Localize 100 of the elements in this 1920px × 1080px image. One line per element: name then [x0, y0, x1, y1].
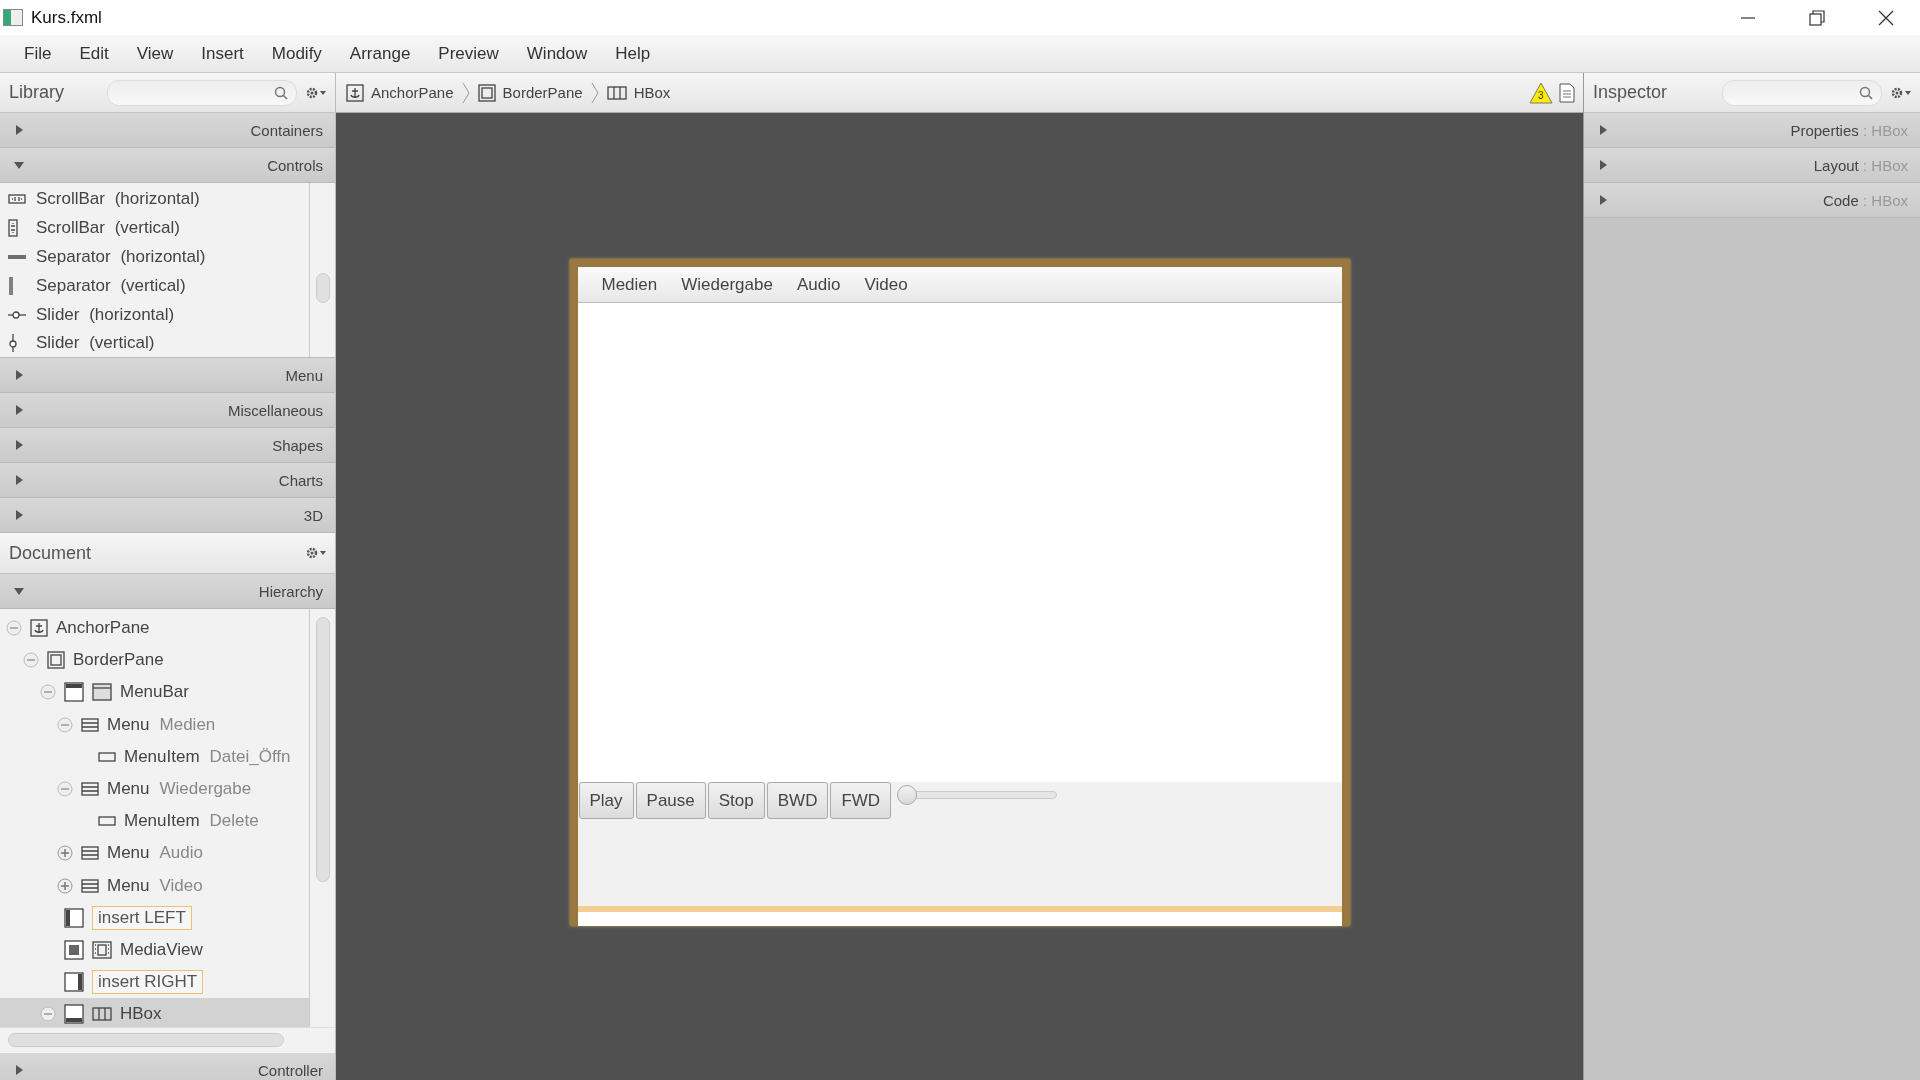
- tree-row[interactable]: insert RIGHT: [0, 966, 309, 999]
- document-icon: [1559, 82, 1575, 103]
- node-type[interactable]: MenuItem: [124, 811, 200, 832]
- settings-menu-button[interactable]: [1890, 85, 1912, 100]
- panel-title: Document: [9, 542, 92, 564]
- section-header[interactable]: Controller: [0, 1053, 335, 1080]
- media-button[interactable]: FWD: [830, 782, 892, 819]
- tree-row[interactable]: Menu Audio: [0, 837, 309, 870]
- menu-item[interactable]: Arrange: [335, 35, 425, 72]
- tree-row[interactable]: AnchorPane: [0, 612, 309, 645]
- close-icon: [1877, 9, 1894, 26]
- collapse-arrow-icon: [14, 160, 24, 170]
- media-button[interactable]: Stop: [707, 782, 765, 819]
- search-field[interactable]: [107, 79, 297, 106]
- breadcrumb[interactable]: AnchorPane: [344, 83, 456, 102]
- menu-item[interactable]: Window: [512, 35, 602, 72]
- settings-menu-button[interactable]: [305, 546, 327, 560]
- search-icon: [274, 85, 288, 100]
- menu-item[interactable]: Modify: [257, 35, 336, 72]
- expand-arrow-icon: [14, 510, 24, 520]
- panel-title: Inspector: [1593, 82, 1668, 103]
- library-item[interactable]: Slider (horizontal): [0, 300, 309, 329]
- expand-arrow-icon: [1598, 125, 1608, 135]
- section-header[interactable]: Code : HBox: [1584, 183, 1920, 218]
- collapse-node-icon[interactable]: [40, 1006, 56, 1023]
- tree-row[interactable]: Menu Wiedergabe: [0, 772, 309, 806]
- slider-thumb[interactable]: [897, 785, 918, 805]
- menu-item[interactable]: Audio: [784, 274, 853, 295]
- library-item[interactable]: Separator (vertical): [0, 271, 309, 301]
- expand-node-icon[interactable]: [57, 877, 73, 894]
- library-item[interactable]: Slider (vertical): [0, 329, 309, 358]
- menu-item[interactable]: File: [10, 35, 66, 72]
- collapse-node-icon[interactable]: [57, 781, 73, 798]
- menu-item[interactable]: Medien: [589, 274, 670, 295]
- search-field[interactable]: [1722, 79, 1882, 106]
- slider[interactable]: [897, 785, 1058, 805]
- scrollbar-thumb[interactable]: [8, 1033, 284, 1047]
- media-button[interactable]: BWD: [766, 782, 829, 819]
- settings-icon: [305, 546, 327, 560]
- section-header[interactable]: Shapes: [0, 428, 335, 463]
- warning-button[interactable]: 3: [1529, 81, 1553, 104]
- breadcrumb[interactable]: HBox: [604, 84, 673, 101]
- scrollbar-thumb[interactable]: [316, 617, 330, 882]
- menu-item[interactable]: Wiedergabe: [669, 274, 785, 295]
- scrollbar-thumb[interactable]: [316, 273, 330, 303]
- node-type[interactable]: MediaView: [120, 939, 203, 960]
- tree-row[interactable]: insert LEFT: [0, 901, 309, 934]
- expand-arrow-icon: [14, 475, 24, 485]
- tree-row[interactable]: MenuItem Datei_Öffn: [0, 740, 309, 773]
- collapse-node-icon[interactable]: [57, 716, 73, 733]
- node-type[interactable]: BorderPane: [73, 650, 164, 671]
- section-header[interactable]: Layout : HBox: [1584, 148, 1920, 183]
- section-header[interactable]: Containers: [0, 113, 335, 148]
- expand-node-icon[interactable]: [57, 845, 73, 862]
- section-header[interactable]: Charts: [0, 463, 335, 498]
- section-header[interactable]: Hierarchy: [0, 574, 335, 609]
- expand-arrow-icon: [14, 125, 24, 135]
- menu-bar-icon: [92, 683, 112, 702]
- library-item[interactable]: Separator (horizontal): [0, 242, 309, 272]
- tree-row[interactable]: Menu Medien: [0, 708, 309, 741]
- node-type[interactable]: AnchorPane: [56, 618, 150, 639]
- tree-row[interactable]: MenuItem Delete: [0, 805, 309, 838]
- layout-slot-icon: [64, 682, 84, 703]
- collapse-node-icon[interactable]: [23, 652, 39, 669]
- menu-item[interactable]: Preview: [424, 35, 513, 72]
- collapse-node-icon[interactable]: [6, 620, 22, 637]
- node-type[interactable]: Menu: [107, 875, 150, 896]
- tree-row[interactable]: HBox: [0, 998, 309, 1027]
- collapse-node-icon[interactable]: [40, 684, 56, 701]
- menu-item[interactable]: Insert: [187, 35, 258, 72]
- section-header[interactable]: 3D: [0, 498, 335, 533]
- menu-item[interactable]: Help: [601, 35, 665, 72]
- media-button[interactable]: Pause: [635, 782, 706, 819]
- node-type[interactable]: MenuBar: [120, 682, 189, 703]
- tree-row[interactable]: MediaView: [0, 933, 309, 967]
- library-item[interactable]: ScrollBar (horizontal): [0, 185, 309, 214]
- columns-icon: [92, 1007, 112, 1022]
- node-type[interactable]: Menu: [107, 843, 150, 864]
- section-header[interactable]: Miscellaneous: [0, 393, 335, 428]
- library-item[interactable]: ScrollBar (vertical): [0, 213, 309, 243]
- menu-item[interactable]: Edit: [65, 35, 123, 72]
- section-header[interactable]: Controls: [0, 148, 335, 183]
- menu-item[interactable]: Video: [852, 274, 920, 295]
- insert-placeholder[interactable]: insert RIGHT: [92, 970, 204, 995]
- settings-menu-button[interactable]: [305, 85, 327, 100]
- chevron-icon: [590, 81, 599, 104]
- section-header[interactable]: Menu: [0, 358, 335, 393]
- insert-placeholder[interactable]: insert LEFT: [92, 905, 192, 930]
- tree-row[interactable]: MenuBar: [0, 676, 309, 709]
- media-button[interactable]: Play: [578, 782, 634, 819]
- node-type[interactable]: Menu: [107, 714, 150, 735]
- node-type[interactable]: MenuItem: [124, 746, 200, 767]
- breadcrumb[interactable]: BorderPane: [475, 83, 585, 102]
- menu-icon: [81, 782, 99, 797]
- tree-row[interactable]: BorderPane: [0, 644, 309, 677]
- tree-row[interactable]: Menu Video: [0, 869, 309, 902]
- node-type[interactable]: Menu: [107, 779, 150, 800]
- node-type[interactable]: HBox: [120, 1004, 162, 1025]
- menu-item[interactable]: View: [122, 35, 188, 72]
- section-header[interactable]: Properties : HBox: [1584, 113, 1920, 148]
